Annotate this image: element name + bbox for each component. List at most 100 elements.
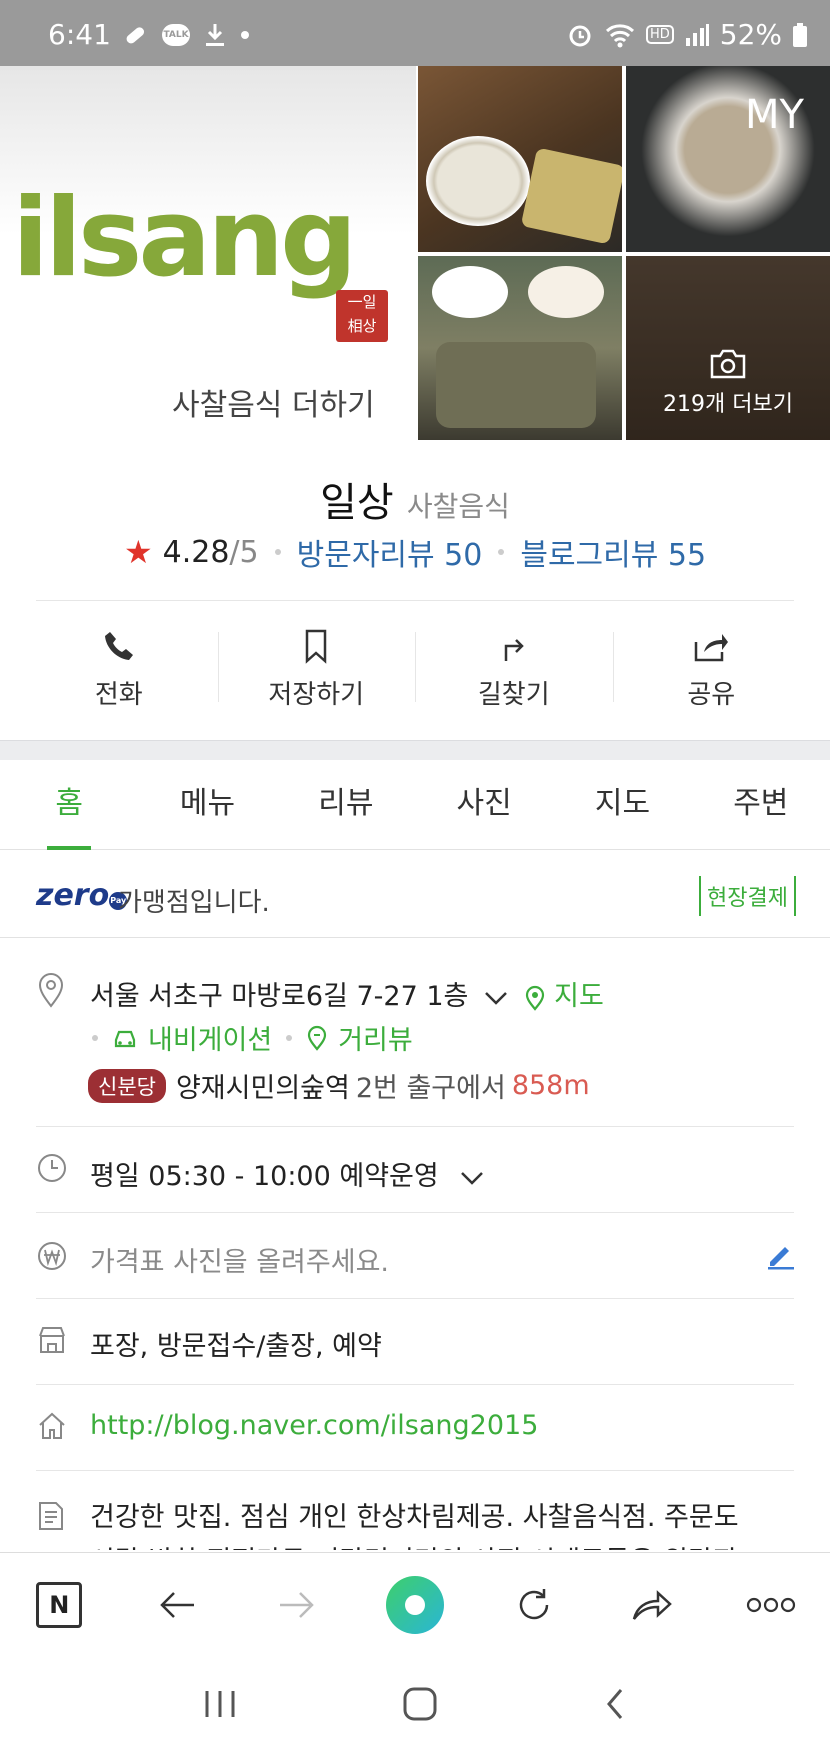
status-time: 6:41: [48, 18, 111, 51]
wifi-icon: [605, 23, 634, 47]
home-icon: [39, 1412, 65, 1439]
place-title: 일상 사찰음식: [0, 470, 830, 528]
action-bar: 전화 저장하기 길찾기 공유: [20, 620, 810, 720]
zeropay-logo-text: zero: [36, 878, 110, 913]
food-photo-2[interactable]: MY: [626, 66, 830, 252]
address-text: 서울 서초구 마방로6길 7-27 1층: [90, 981, 469, 1012]
call-label: 전화: [94, 680, 143, 710]
back-arrow-icon: [160, 1591, 194, 1618]
hours-row[interactable]: 평일 05:30 - 10:00 예약운영: [90, 1154, 485, 1193]
home-nav-icon[interactable]: [402, 1686, 438, 1722]
subway-line-badge: 신분당: [88, 1068, 166, 1103]
green-dot-button[interactable]: [375, 1565, 455, 1645]
station-name: 양재시민의숲역: [175, 1073, 350, 1104]
hero-gallery[interactable]: ilsang 一일 相상 사찰음식 더하기 MY 219개 더보기: [0, 66, 830, 440]
restaurant-logo-image[interactable]: ilsang 一일 相상 사찰음식 더하기: [0, 66, 416, 440]
tab-photo[interactable]: 사진: [415, 760, 553, 849]
share-icon: [695, 634, 729, 662]
signal-icon: [685, 23, 709, 46]
description-icon: [39, 1502, 63, 1530]
exit-text: 2번 출구에서: [355, 1073, 506, 1104]
separator-dot: [274, 549, 281, 555]
address-links: 내비게이션 거리뷰: [88, 1018, 413, 1057]
distance: 858m: [511, 1070, 590, 1101]
chevron-down-icon[interactable]: [459, 1170, 485, 1186]
tab-menu[interactable]: 메뉴: [138, 760, 276, 849]
tab-bar: 홈 메뉴 리뷰 사진 지도 주변: [0, 760, 830, 850]
clock-icon: [38, 1154, 66, 1182]
website-link[interactable]: http://blog.naver.com/ilsang2015: [90, 1410, 538, 1441]
car-icon: [114, 1030, 136, 1047]
price-placeholder[interactable]: 가격표 사진을 올려주세요.: [90, 1240, 389, 1279]
description-line-2: 시락 반찬 진적마두 거강먹거리의 사진 시재료들은 위탁판: [90, 1540, 790, 1550]
talk-icon: TALK: [162, 24, 190, 46]
address-row[interactable]: 서울 서초구 마방로6길 7-27 1층 지도: [90, 974, 604, 1013]
location-pin-icon: [38, 973, 64, 1008]
rating-max: /5: [229, 534, 259, 570]
save-button[interactable]: 저장하기: [217, 620, 416, 720]
tab-home[interactable]: 홈: [0, 760, 138, 850]
separator-dot: [498, 549, 505, 555]
refresh-icon: [519, 1588, 548, 1619]
description-line-1: 건강한 맛집. 점심 개인 한상차림제공. 사찰음식점. 주문도: [90, 1502, 739, 1533]
zeropay-logo: zeroPay: [36, 878, 128, 913]
camera-icon: [710, 349, 746, 379]
system-nav-bar: [0, 1656, 830, 1752]
back-button[interactable]: [138, 1565, 218, 1645]
pencil-icon[interactable]: [766, 1240, 796, 1270]
forward-arrow-icon: [280, 1591, 315, 1618]
phone-icon: [104, 632, 133, 660]
call-button[interactable]: 전화: [20, 620, 218, 720]
recent-apps-icon[interactable]: [203, 1689, 237, 1719]
street-view-link[interactable]: 거리뷰: [338, 1018, 413, 1057]
divider: [36, 1384, 794, 1385]
forward-button[interactable]: [256, 1565, 336, 1645]
directions-button[interactable]: 길찾기: [415, 620, 613, 720]
more-icon: [746, 1597, 795, 1612]
blog-reviews-link[interactable]: 블로그리뷰 55: [520, 530, 706, 574]
back-nav-icon[interactable]: [603, 1686, 627, 1722]
tab-nearby[interactable]: 주변: [692, 760, 830, 849]
more-photos-button[interactable]: 219개 더보기: [626, 348, 830, 418]
divider: [36, 1212, 794, 1213]
rating-row: ★ 4.28/5 방문자리뷰 50 블로그리뷰 55: [0, 530, 830, 574]
hd-icon: HD: [645, 25, 674, 44]
food-photo-4[interactable]: 219개 더보기: [626, 256, 830, 440]
naver-home-button[interactable]: N: [19, 1565, 99, 1645]
share-button[interactable]: 공유: [612, 620, 811, 720]
notification-dot-icon: [241, 31, 249, 39]
navigation-link[interactable]: 내비게이션: [148, 1018, 272, 1057]
zeropay-text: 가맹점입니다.: [118, 888, 270, 918]
refresh-button[interactable]: [494, 1565, 574, 1645]
my-button[interactable]: MY: [745, 92, 804, 138]
tab-map[interactable]: 지도: [553, 760, 691, 849]
divider: [36, 1126, 794, 1127]
services-text: 포장, 방문접수/출장, 예약: [90, 1331, 382, 1362]
tab-review[interactable]: 리뷰: [277, 760, 415, 849]
pill-icon: [126, 27, 145, 44]
visitor-reviews-link[interactable]: 방문자리뷰 50: [297, 530, 483, 574]
food-photo-1[interactable]: [418, 66, 622, 252]
naver-home-icon: N: [36, 1581, 83, 1628]
street-view-icon: [308, 1025, 327, 1051]
directions-label: 길찾기: [477, 680, 550, 710]
map-link[interactable]: 지도: [554, 981, 604, 1012]
section-separator: [0, 740, 830, 760]
map-pin-icon: [525, 985, 544, 1011]
divider: [36, 1298, 794, 1299]
status-left-icons: TALK: [122, 22, 250, 48]
logo-seal: 一일 相상: [336, 290, 388, 342]
rating-value: 4.28: [162, 534, 230, 570]
status-right-icons: HD 52%: [566, 18, 808, 51]
star-icon: ★: [123, 533, 153, 571]
chevron-down-icon[interactable]: [483, 990, 509, 1006]
place-category: 사찰음식: [406, 490, 510, 523]
zeropay-row: zeroPay 가맹점입니다. 현장결제: [0, 852, 830, 938]
onsite-payment-badge: 현장결제: [699, 876, 796, 916]
more-button[interactable]: [731, 1565, 811, 1645]
green-dot-icon: [385, 1575, 444, 1634]
food-photo-3[interactable]: [418, 256, 622, 440]
logo-wordmark: ilsang: [12, 176, 357, 301]
share-page-button[interactable]: [612, 1565, 692, 1645]
share-label: 공유: [687, 680, 736, 710]
